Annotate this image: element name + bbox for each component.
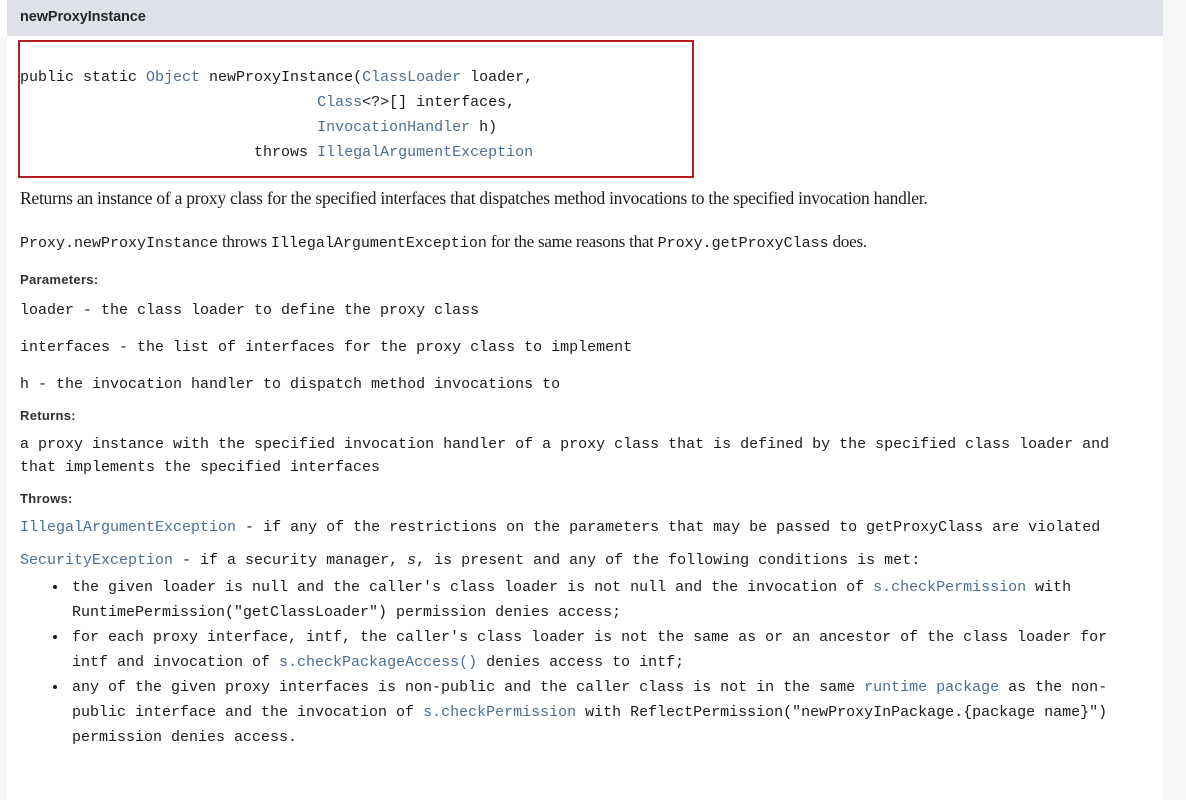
condition-3-link-checkpermission[interactable]: s.checkPermission bbox=[423, 704, 576, 721]
sig-line4-indent bbox=[20, 144, 254, 161]
method-signature-box: public static Object newProxyInstance(Cl… bbox=[18, 40, 694, 178]
sig-param-loader: loader, bbox=[461, 69, 534, 86]
throws-text-1: if any of the restrictions on the parame… bbox=[263, 519, 1101, 536]
code-illegalargumentexception: IllegalArgumentException bbox=[270, 235, 487, 252]
condition-3-part-1: any of the given proxy interfaces is non… bbox=[72, 679, 865, 696]
throws-exception-link-securityexception[interactable]: SecurityException bbox=[20, 552, 173, 569]
condition-1-part-1: the given loader is null and the caller'… bbox=[72, 579, 874, 596]
throws-entry-securityexception: SecurityException - if a security manage… bbox=[20, 549, 1150, 572]
sig-method-name: newProxyInstance( bbox=[200, 69, 363, 86]
sig-param-type-invocationhandler-link[interactable]: InvocationHandler bbox=[317, 119, 470, 136]
returns-description: a proxy instance with the specified invo… bbox=[20, 436, 1110, 476]
page-title: newProxyInstance bbox=[20, 9, 146, 25]
sig-throws-type-link[interactable]: IllegalArgumentException bbox=[317, 144, 533, 161]
throws-label: Throws: bbox=[20, 491, 73, 506]
throws-text-2-after: , is present and any of the following co… bbox=[416, 552, 921, 569]
member-header-bar: newProxyInstance bbox=[7, 0, 1163, 36]
security-conditions-list: the given loader is null and the caller'… bbox=[20, 575, 1150, 750]
parameters-label: Parameters: bbox=[20, 272, 99, 287]
condition-3-link-runtime-package[interactable]: runtime package bbox=[864, 679, 999, 696]
description-paragraph-1: Returns an instance of a proxy class for… bbox=[20, 188, 928, 208]
list-item: any of the given proxy interfaces is non… bbox=[68, 675, 1150, 750]
code-proxy-newproxyinstance: Proxy.newProxyInstance bbox=[20, 235, 219, 252]
throws-dash-1: - bbox=[236, 519, 264, 536]
sig-param-type-class-link[interactable]: Class bbox=[317, 94, 362, 111]
condition-2-part-2: denies access to intf; bbox=[477, 654, 685, 671]
sig-line3-indent bbox=[20, 119, 317, 136]
documentation-page: newProxyInstance public static Object ne… bbox=[0, 0, 1163, 800]
sig-modifiers: public static bbox=[20, 69, 147, 86]
text-does: does. bbox=[828, 232, 867, 251]
throws-dash-2: - bbox=[173, 552, 201, 569]
condition-2-link-checkpackageaccess[interactable]: s.checkPackageAccess() bbox=[279, 654, 477, 671]
throws-variable-s: s bbox=[407, 552, 417, 569]
parameter-item-interfaces: interfaces - the list of interfaces for … bbox=[20, 339, 633, 356]
condition-1-link-checkpermission[interactable]: s.checkPermission bbox=[873, 579, 1026, 596]
text-throws: throws bbox=[218, 232, 271, 251]
throws-exception-link-illegalargumentexception[interactable]: IllegalArgumentException bbox=[20, 519, 236, 536]
parameter-item-loader: loader - the class loader to define the … bbox=[20, 302, 480, 319]
sig-line2-indent bbox=[20, 94, 317, 111]
code-proxy-getproxyclass: Proxy.getProxyClass bbox=[657, 235, 829, 252]
method-description-content: Returns an instance of a proxy class for… bbox=[20, 186, 1150, 750]
description-paragraph-2: Proxy.newProxyInstance throws IllegalArg… bbox=[20, 230, 1150, 256]
sig-param-interfaces: <?>[] interfaces, bbox=[362, 94, 516, 111]
sig-throws-keyword: throws bbox=[254, 144, 318, 161]
throws-entry-illegalargumentexception: IllegalArgumentException - if any of the… bbox=[20, 516, 1150, 539]
sig-param-type-classloader-link[interactable]: ClassLoader bbox=[362, 69, 461, 86]
left-gutter bbox=[0, 36, 7, 800]
right-gutter bbox=[1163, 0, 1186, 800]
sig-return-type-link[interactable]: Object bbox=[146, 69, 200, 86]
method-signature-code: public static Object newProxyInstance(Cl… bbox=[20, 65, 533, 165]
text-same-reasons: for the same reasons that bbox=[486, 232, 658, 251]
list-item: the given loader is null and the caller'… bbox=[68, 575, 1150, 625]
throws-text-2-before: if a security manager, bbox=[200, 552, 408, 569]
returns-label: Returns: bbox=[20, 408, 76, 423]
sig-param-h: h) bbox=[470, 119, 498, 136]
list-item: for each proxy interface, intf, the call… bbox=[68, 625, 1150, 675]
parameter-item-h: h - the invocation handler to dispatch m… bbox=[20, 376, 561, 393]
